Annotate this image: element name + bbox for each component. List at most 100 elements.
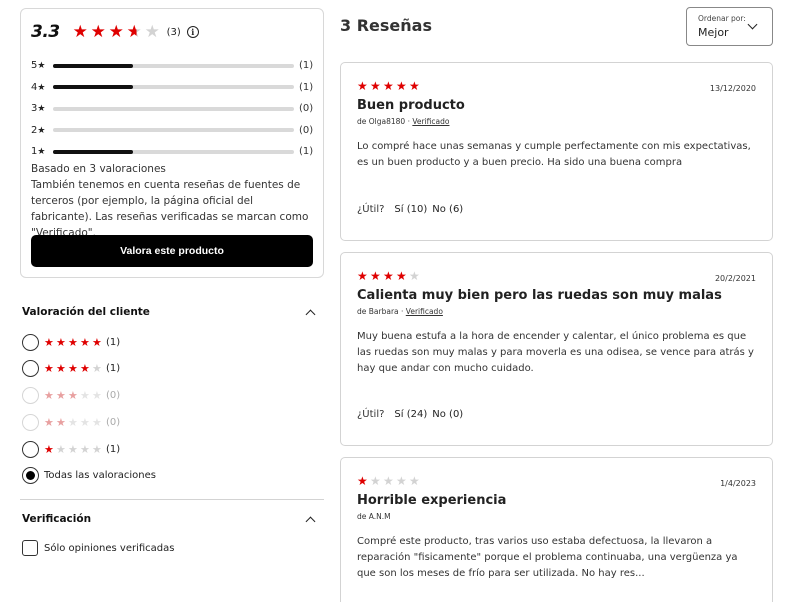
rating-filter-1[interactable]: ★ ★ ★ ★ ★ (1) — [22, 440, 120, 458]
filter-count: (0) — [106, 416, 121, 428]
rating-bar-fill — [53, 63, 134, 68]
star-icon: ★ — [68, 388, 78, 402]
verified-only-checkbox[interactable] — [22, 540, 38, 556]
helpful-yes-button[interactable]: Sí (24) — [394, 409, 427, 420]
review-card: ★ ★ ★ ★ ★ 13/12/2020 Buen producto de Olga81… — [340, 62, 773, 241]
star-icon: ★ — [44, 415, 54, 429]
star-icon: ★ — [56, 442, 66, 456]
review-title: Horrible experiencia — [357, 493, 507, 508]
star-icon: ★ — [80, 415, 90, 429]
helpful-label: ¿Útil? — [357, 204, 385, 215]
rating-count: (3) — [166, 26, 181, 38]
rating-bar — [53, 85, 294, 90]
radio-button — [22, 413, 39, 431]
review-date: 1/4/2023 — [720, 479, 756, 488]
chevron-up-icon[interactable] — [305, 309, 316, 319]
rate-product-button[interactable]: Valora este producto — [31, 235, 313, 267]
verified-only-filter[interactable]: Sólo opiniones verificadas — [22, 539, 174, 557]
author-name: de A.N.M — [357, 512, 391, 521]
half-star-icon: ★ — [127, 23, 145, 41]
radio-button — [22, 386, 39, 404]
review-author: de Barbara · Verificado — [357, 307, 443, 316]
sort-value: Mejor — [698, 26, 729, 39]
helpful-no-button[interactable]: No (0) — [432, 409, 463, 420]
divider — [20, 499, 324, 500]
star-icon: ★ — [383, 79, 394, 93]
star-icon: ★ — [44, 388, 54, 402]
bar-count: (1) — [299, 146, 314, 158]
star-icon: ★ — [108, 21, 124, 42]
rating-filter-header[interactable]: Valoración del cliente — [22, 306, 324, 319]
all-ratings-label: Todas las valoraciones — [44, 469, 156, 481]
filter-count: (1) — [106, 336, 121, 348]
star-icon: ★ — [37, 125, 46, 136]
sort-dropdown[interactable]: Ordenar por: Mejor — [686, 7, 773, 46]
verification-filter-header[interactable]: Verificación — [22, 513, 324, 526]
radio-button[interactable] — [22, 440, 39, 458]
filter-stars: ★ ★ ★ ★ ★ — [44, 337, 104, 348]
helpful-yes-button[interactable]: Sí (10) — [394, 204, 427, 215]
star-icon: ★ — [68, 415, 78, 429]
star-icon: ★ — [56, 335, 66, 349]
review-stars: ★ ★ ★ ★ ★ — [357, 80, 422, 92]
average-rating: 3.3 — [31, 22, 60, 42]
star-icon: ★ — [92, 442, 102, 456]
helpful-no-button[interactable]: No (6) — [432, 204, 463, 215]
star-icon: ★ — [80, 388, 90, 402]
star-icon: ★ — [396, 474, 407, 488]
helpful-row: ¿Útil? Sí (24) No (0) — [357, 409, 463, 420]
star-icon: ★ — [68, 442, 78, 456]
rating-filter-5[interactable]: ★ ★ ★ ★ ★ (1) — [22, 333, 120, 351]
radio-button[interactable] — [22, 333, 39, 351]
bar-count: (1) — [299, 60, 314, 72]
bar-count: (1) — [299, 81, 314, 93]
review-title: Calienta muy bien pero las ruedas son mu… — [357, 288, 722, 303]
verified-only-label: Sólo opiniones verificadas — [44, 542, 175, 554]
star-icon: ★ — [56, 388, 66, 402]
star-icon: ★ — [396, 269, 407, 283]
review-stars: ★ ★ ★ ★ ★ — [357, 270, 422, 282]
star-icon: ★ — [357, 79, 368, 93]
rating-filter-4[interactable]: ★ ★ ★ ★ ★ (1) — [22, 359, 120, 377]
chevron-up-icon[interactable] — [305, 516, 316, 526]
star-icon: ★ — [37, 82, 46, 93]
star-icon: ★ — [68, 361, 78, 375]
filter-count: (1) — [106, 362, 121, 374]
rating-filter-2: ★ ★ ★ ★ ★ (0) — [22, 413, 120, 431]
rating-filter-3: ★ ★ ★ ★ ★ (0) — [22, 386, 120, 404]
filter-count: (1) — [106, 443, 121, 455]
star-icon: ★ — [37, 104, 46, 115]
review-card: ★ ★ ★ ★ ★ 20/2/2021 Calienta muy bien pero l… — [340, 252, 773, 446]
star-icon: ★ — [44, 442, 54, 456]
rating-bar — [53, 128, 294, 133]
star-icon: ★ — [92, 335, 102, 349]
verification-title: Verificación — [22, 513, 92, 525]
rating-summary-card: 3.3 ★ ★ ★ ★ ★ (3) i 5★ (1) 4★ (1) 3★ (0)… — [20, 8, 324, 278]
star-icon: ★ — [92, 388, 102, 402]
average-rating-row: 3.3 ★ ★ ★ ★ ★ (3) i — [31, 21, 199, 42]
filter-stars: ★ ★ ★ ★ ★ — [44, 363, 104, 374]
radio-button[interactable] — [22, 359, 39, 377]
radio-dot — [26, 470, 35, 480]
star-icon: ★ — [80, 335, 90, 349]
info-icon[interactable]: i — [186, 26, 199, 38]
star-icon: ★ — [144, 21, 160, 42]
star-icon: ★ — [37, 61, 46, 72]
reviews-title: 3 Reseñas — [340, 16, 432, 35]
rating-bar-row: 1★ (1) — [31, 141, 315, 163]
verified-link[interactable]: Verificado — [412, 117, 449, 126]
rating-bar-row: 4★ (1) — [31, 77, 315, 99]
review-title: Buen producto — [357, 98, 465, 113]
star-icon: ★ — [56, 361, 66, 375]
author-name: de Olga8180 · — [357, 117, 413, 126]
star-icon: ★ — [44, 335, 54, 349]
star-icon: ★ — [370, 269, 381, 283]
filter-stars: ★ ★ ★ ★ ★ — [44, 390, 104, 401]
radio-button-selected[interactable] — [22, 466, 39, 484]
rating-filter-all[interactable]: Todas las valoraciones — [22, 466, 156, 484]
verified-link[interactable]: Verificado — [406, 307, 443, 316]
star-icon: ★ — [80, 361, 90, 375]
review-text: Lo compré hace unas semanas y cumple per… — [357, 141, 751, 168]
rating-bar — [53, 106, 294, 111]
helpful-label: ¿Útil? — [357, 409, 385, 420]
